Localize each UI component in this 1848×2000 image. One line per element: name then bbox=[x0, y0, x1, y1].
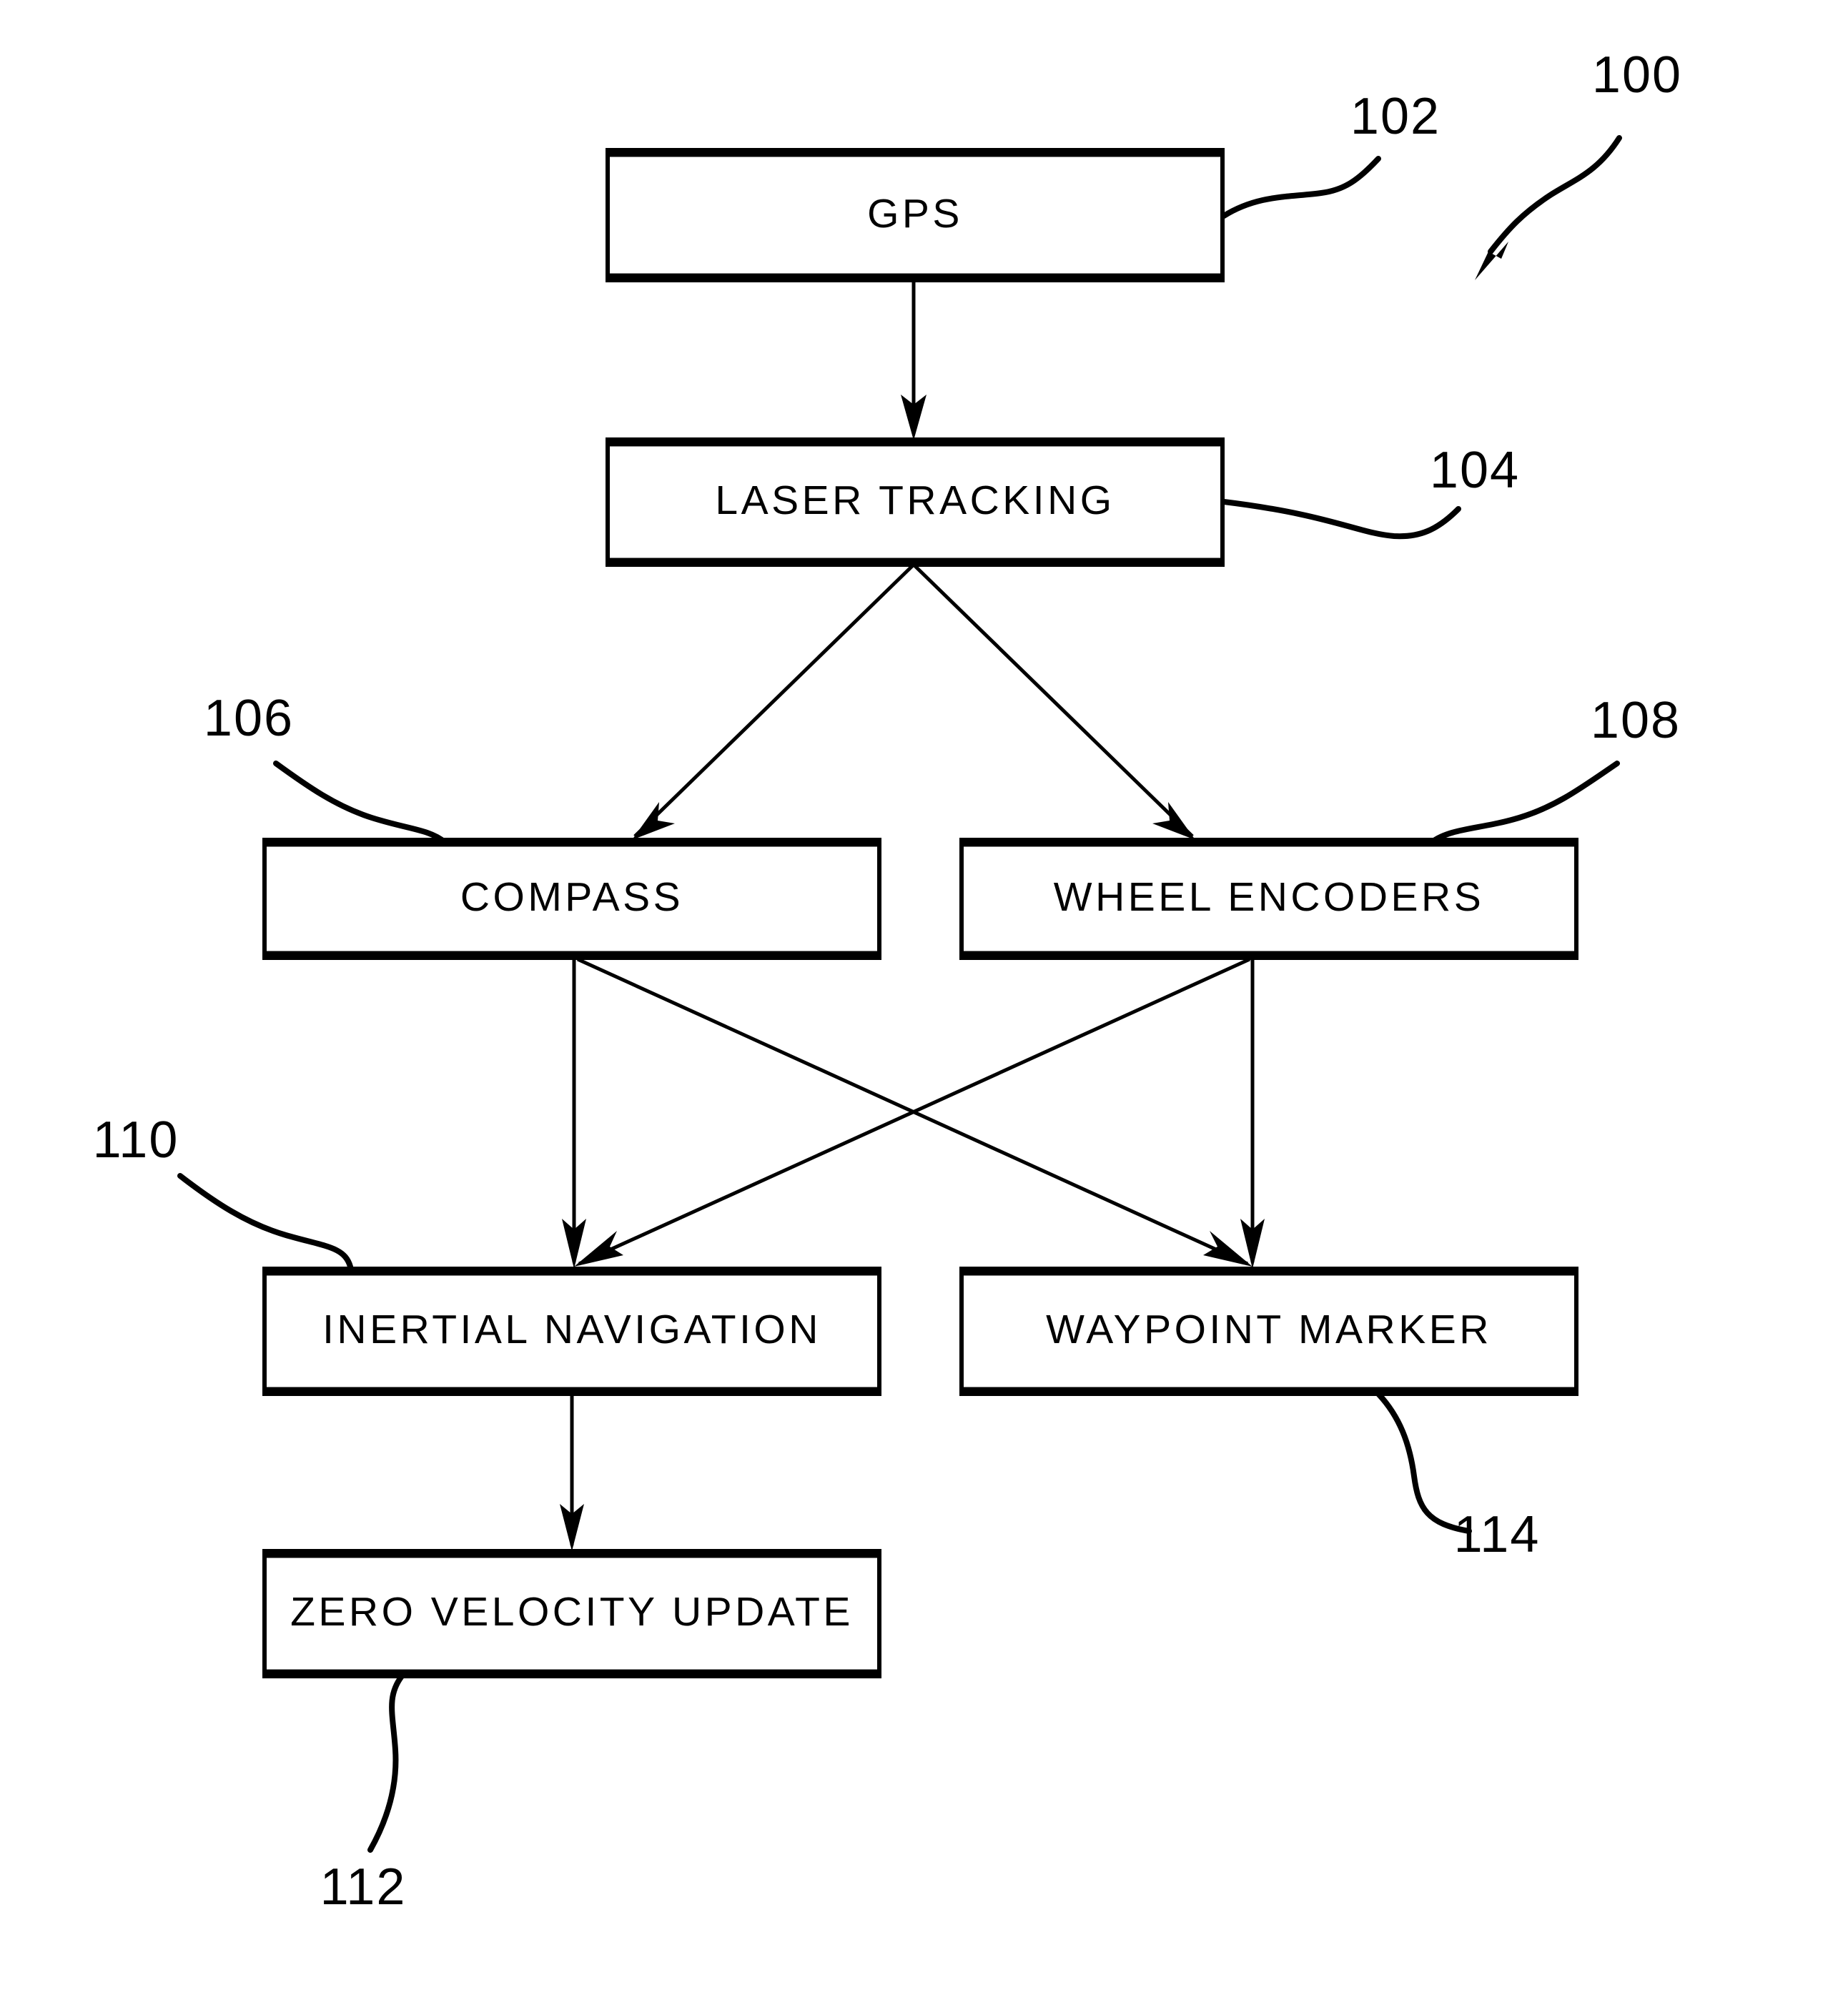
block-inertial-navigation[interactable]: INERTIAL NAVIGATION bbox=[262, 1267, 881, 1396]
reference-numeral-106: 106 bbox=[204, 690, 294, 747]
reference-numeral-108: 108 bbox=[1591, 692, 1681, 749]
reference-numeral-102: 102 bbox=[1350, 88, 1441, 145]
leader-106 bbox=[273, 761, 448, 845]
block-label-laser-tracking: LASER TRACKING bbox=[715, 477, 1115, 523]
reference-numeral-114: 114 bbox=[1454, 1506, 1541, 1563]
leader-112 bbox=[367, 1673, 405, 1853]
patent-figure: GPS LASER TRACKING COMPASS WHEEL ENCODER… bbox=[0, 0, 1848, 2000]
leader-100 bbox=[1475, 135, 1622, 280]
reference-numeral-110: 110 bbox=[93, 1112, 179, 1169]
block-label-compass: COMPASS bbox=[460, 874, 683, 920]
leader-110 bbox=[177, 1173, 353, 1269]
block-label-wheel-encoders: WHEEL ENCODERS bbox=[1054, 874, 1484, 920]
connector-wheel-encoders-to-waypoint-marker bbox=[1240, 958, 1265, 1269]
reference-numeral-112: 112 bbox=[320, 1858, 407, 1916]
block-label-inertial-navigation: INERTIAL NAVIGATION bbox=[322, 1307, 821, 1352]
connector-compass-to-inertial-navigation bbox=[562, 958, 586, 1269]
block-zero-velocity-update[interactable]: ZERO VELOCITY UPDATE bbox=[262, 1549, 881, 1678]
reference-numeral-104: 104 bbox=[1430, 442, 1520, 499]
block-gps[interactable]: GPS bbox=[606, 148, 1225, 282]
block-label-waypoint-marker: WAYPOINT MARKER bbox=[1046, 1307, 1492, 1352]
connector-inertial-navigation-to-zero-velocity-update bbox=[560, 1394, 584, 1551]
block-label-zero-velocity-update: ZERO VELOCITY UPDATE bbox=[290, 1589, 854, 1635]
leader-102 bbox=[1221, 156, 1381, 219]
block-wheel-encoders[interactable]: WHEEL ENCODERS bbox=[959, 838, 1578, 960]
block-waypoint-marker[interactable]: WAYPOINT MARKER bbox=[959, 1267, 1578, 1396]
reference-numeral-100: 100 bbox=[1592, 46, 1682, 104]
connector-laser-tracking-to-compass bbox=[632, 563, 915, 840]
leader-108 bbox=[1429, 761, 1620, 845]
figure-canvas: GPS LASER TRACKING COMPASS WHEEL ENCODER… bbox=[93, 46, 1682, 1916]
block-compass[interactable]: COMPASS bbox=[262, 838, 881, 960]
connector-gps-to-laser-tracking bbox=[901, 280, 927, 440]
block-laser-tracking[interactable]: LASER TRACKING bbox=[606, 437, 1225, 567]
block-label-gps: GPS bbox=[867, 191, 963, 237]
leader-104 bbox=[1221, 499, 1461, 540]
connector-laser-tracking-to-wheel-encoders bbox=[912, 563, 1195, 840]
